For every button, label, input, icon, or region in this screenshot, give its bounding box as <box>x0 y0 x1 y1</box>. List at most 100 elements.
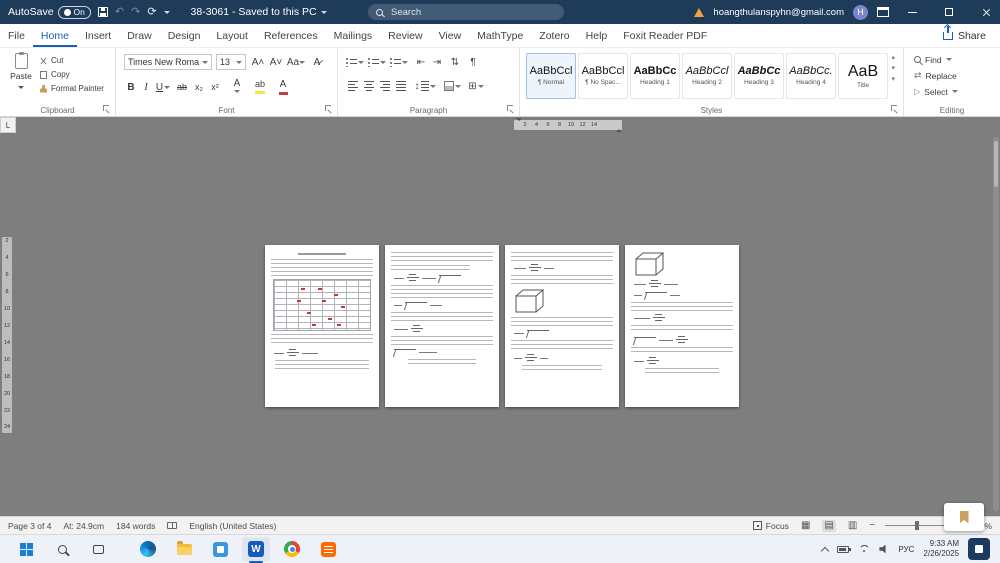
tab-home[interactable]: Home <box>33 24 77 47</box>
chrome-app[interactable] <box>278 537 306 561</box>
increase-indent-button[interactable]: ⇥ <box>430 54 444 70</box>
first-line-indent-marker[interactable] <box>516 118 522 124</box>
volume-icon[interactable] <box>879 545 889 554</box>
sync-warning-icon[interactable] <box>694 8 704 17</box>
numbering-button[interactable] <box>368 54 386 70</box>
cut-button[interactable]: Cut <box>40 54 114 67</box>
web-layout-button[interactable]: ▥ <box>846 520 859 532</box>
taskbar-search-button[interactable] <box>48 537 76 561</box>
page-number-status[interactable]: Page 3 of 4 <box>8 521 51 531</box>
proofing-book-icon[interactable] <box>167 522 177 529</box>
tab-references[interactable]: References <box>256 24 326 47</box>
change-case-button[interactable]: Aa <box>286 54 306 70</box>
zoom-out-button[interactable]: − <box>869 521 875 531</box>
style-no-spacing[interactable]: AaBbCcl ¶ No Spac... <box>578 53 628 99</box>
bold-button[interactable]: B <box>124 78 138 96</box>
print-layout-button[interactable]: ▤ <box>822 520 835 532</box>
clear-formatting-button[interactable]: A̷ <box>308 54 326 70</box>
style-title[interactable]: AaB Title <box>838 53 888 99</box>
superscript-button[interactable]: x² <box>208 78 222 96</box>
font-size-combo[interactable]: 13 <box>216 54 246 70</box>
tab-draw[interactable]: Draw <box>119 24 160 47</box>
highlight-color-button[interactable]: ab <box>250 78 270 96</box>
save-icon[interactable] <box>98 7 108 17</box>
style-normal[interactable]: AaBbCcl ¶ Normal <box>526 53 576 99</box>
horizontal-ruler[interactable]: 2 4 6 8 10 12 14 <box>514 120 622 130</box>
word-count-status[interactable]: 184 words <box>116 521 155 531</box>
battery-icon[interactable] <box>837 546 849 553</box>
read-mode-button[interactable]: ▦ <box>799 520 812 532</box>
clock[interactable]: 9:33 AM 2/26/2025 <box>923 539 959 559</box>
grow-font-button[interactable]: A˄ <box>250 54 266 70</box>
page-thumbnail-1[interactable] <box>265 245 379 407</box>
tab-file[interactable]: File <box>0 24 33 47</box>
underline-button[interactable]: U <box>154 78 172 96</box>
page-thumbnail-4[interactable] <box>625 245 739 407</box>
close-button[interactable] <box>972 0 1000 24</box>
scrollbar-thumb[interactable] <box>994 141 998 187</box>
ribbon-display-options-icon[interactable] <box>877 7 889 17</box>
shading-button[interactable] <box>442 78 462 94</box>
tray-expand-icon[interactable] <box>821 546 829 554</box>
autosave-toggle[interactable]: AutoSave On <box>8 6 91 19</box>
copy-button[interactable]: Copy <box>40 68 114 81</box>
document-area[interactable]: 24 68 1012 1416 1820 2224 <box>0 133 1000 516</box>
tab-layout[interactable]: Layout <box>208 24 256 47</box>
tab-view[interactable]: View <box>431 24 470 47</box>
paragraph-dialog-launcher-icon[interactable] <box>507 105 515 113</box>
align-left-button[interactable] <box>346 78 360 94</box>
right-indent-marker[interactable] <box>616 126 622 132</box>
tab-foxit-reader-pdf[interactable]: Foxit Reader PDF <box>615 24 715 47</box>
repeat-icon[interactable]: ⟳ <box>147 7 156 18</box>
multilevel-list-button[interactable] <box>390 54 408 70</box>
file-explorer-app[interactable] <box>170 537 198 561</box>
language-status[interactable]: English (United States) <box>189 521 276 531</box>
strikethrough-button[interactable]: ab <box>174 78 190 96</box>
page-thumbnail-2[interactable] <box>385 245 499 407</box>
avatar[interactable]: H <box>853 5 868 20</box>
italic-button[interactable]: I <box>140 78 152 96</box>
redo-icon[interactable]: ↷ <box>131 7 140 18</box>
styles-scroll-up-icon[interactable]: ▴ <box>891 54 895 61</box>
format-painter-button[interactable]: Format Painter <box>40 82 114 95</box>
styles-dialog-launcher-icon[interactable] <box>891 105 899 113</box>
cursor-position-status[interactable]: At: 24.9cm <box>63 521 104 531</box>
decrease-indent-button[interactable]: ⇤ <box>414 54 428 70</box>
line-spacing-button[interactable]: ↕ <box>414 78 436 94</box>
style-heading-1[interactable]: AaBbCc Heading 1 <box>630 53 680 99</box>
find-button[interactable]: Find <box>914 53 952 66</box>
zoom-slider-thumb[interactable] <box>915 521 919 530</box>
page-thumbnail-3[interactable] <box>505 245 619 407</box>
search-input[interactable] <box>389 6 539 19</box>
bullets-button[interactable] <box>346 54 364 70</box>
tab-mailings[interactable]: Mailings <box>326 24 381 47</box>
notification-tile[interactable] <box>968 538 990 560</box>
paste-button[interactable]: Paste <box>6 53 36 101</box>
align-right-button[interactable] <box>378 78 392 94</box>
task-view-button[interactable] <box>84 537 112 561</box>
style-heading-2[interactable]: AaBbCcl Heading 2 <box>682 53 732 99</box>
start-button[interactable] <box>12 537 40 561</box>
font-family-combo[interactable]: Times New Roma <box>124 54 212 70</box>
quick-access-chevron-icon[interactable] <box>164 11 170 17</box>
document-title[interactable]: 38-3061 - Saved to this PC <box>191 6 327 18</box>
shrink-font-button[interactable]: A˅ <box>268 54 284 70</box>
tab-help[interactable]: Help <box>578 24 616 47</box>
tab-zotero[interactable]: Zotero <box>531 24 577 47</box>
tab-stop-selector[interactable]: L <box>0 117 16 133</box>
edge-app[interactable] <box>134 537 162 561</box>
style-heading-3[interactable]: AaBbCc Heading 3 <box>734 53 784 99</box>
blue-app[interactable] <box>206 537 234 561</box>
zoom-slider[interactable] <box>885 525 949 526</box>
vertical-ruler[interactable]: 24 68 1012 1416 1820 2224 <box>2 237 12 433</box>
styles-scroll-down-icon[interactable]: ▾ <box>891 65 895 72</box>
show-formatting-marks-button[interactable]: ¶ <box>466 54 480 70</box>
styles-more-icon[interactable]: ▾ <box>891 76 895 83</box>
vertical-scrollbar[interactable] <box>993 137 999 511</box>
input-language[interactable]: РУС <box>898 545 914 554</box>
font-color-button[interactable]: A <box>274 78 292 96</box>
maximize-button[interactable] <box>935 0 963 24</box>
focus-button[interactable]: Focus <box>753 521 789 531</box>
account-email[interactable]: hoangthulanspyhn@gmail.com <box>713 7 844 18</box>
tab-mathtype[interactable]: MathType <box>469 24 531 47</box>
